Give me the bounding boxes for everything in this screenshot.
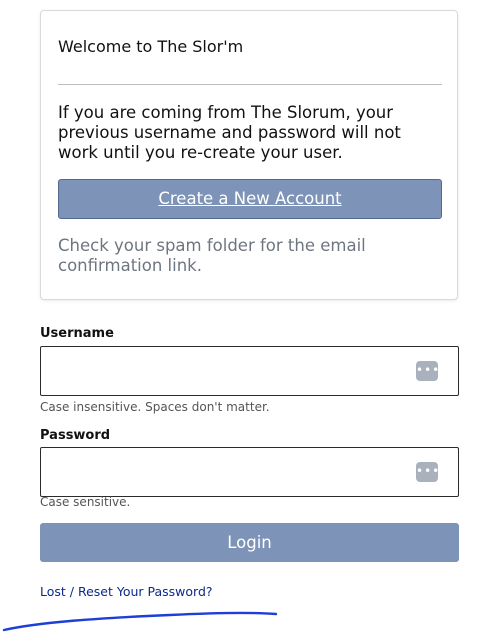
username-field-box[interactable]: ••• [40, 346, 459, 396]
password-manager-icon[interactable]: ••• [416, 462, 439, 482]
welcome-title: Welcome to The Slor'm [58, 37, 244, 56]
password-field-box[interactable]: ••• [40, 447, 459, 497]
password-manager-icon[interactable]: ••• [416, 361, 439, 381]
username-help-text: Case insensitive. Spaces don't matter. [40, 400, 270, 414]
reset-password-link[interactable]: Lost / Reset Your Password? [40, 584, 213, 599]
username-label: Username [40, 326, 114, 341]
username-input[interactable] [49, 355, 413, 389]
password-help-text: Case sensitive. [40, 495, 131, 509]
migration-notice: If you are coming from The Slorum, your … [58, 103, 401, 162]
create-account-button[interactable]: Create a New Account [58, 179, 442, 219]
welcome-card: Welcome to The Slor'm If you are coming … [40, 10, 458, 300]
card-divider [58, 84, 442, 85]
password-input[interactable] [49, 456, 413, 490]
password-label: Password [40, 428, 111, 443]
pen-underline-annotation [2, 611, 278, 632]
spam-folder-note: Check your spam folder for the email con… [58, 236, 366, 275]
login-button[interactable]: Login [40, 523, 459, 562]
